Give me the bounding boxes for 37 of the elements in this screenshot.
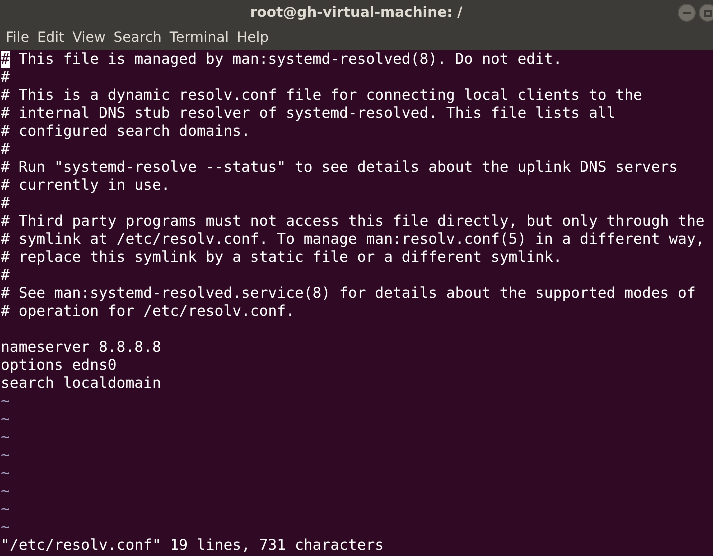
text-line: # — [1, 195, 10, 213]
menu-item[interactable]: Help — [233, 28, 273, 48]
text-line: # currently in use. — [1, 177, 170, 195]
empty-line-marker: ~ — [1, 393, 10, 411]
empty-line-marker: ~ — [1, 501, 10, 519]
text-line: # configured search domains. — [1, 123, 250, 141]
empty-line-marker: ~ — [1, 447, 10, 465]
text-line: # replace this symlink by a static file or a different symlink. — [1, 249, 562, 267]
empty-line-marker: ~ — [1, 411, 10, 429]
text-line: # — [1, 141, 10, 159]
maximize-button[interactable] — [699, 4, 713, 22]
empty-line-marker: ~ — [1, 519, 10, 537]
text-line: nameserver 8.8.8.8 — [1, 339, 162, 357]
menu-item[interactable]: Terminal — [166, 28, 234, 48]
text-line: # — [1, 69, 10, 87]
window-title: root@gh-virtual-machine: / — [250, 4, 463, 22]
text-line: # symlink at /etc/resolv.conf. To manage man:resolv.conf(5) in a different way, — [1, 231, 705, 249]
status-line: "/etc/resolv.conf" 19 lines, 731 characters — [1, 537, 384, 555]
empty-line-marker: ~ — [1, 465, 10, 483]
text-line: options edns0 — [1, 357, 117, 375]
empty-line-marker: ~ — [1, 429, 10, 447]
text-line: # operation for /etc/resolv.conf. — [1, 303, 295, 321]
text-line: # Run "systemd-resolve --status" to see details about the uplink DNS servers — [1, 159, 678, 177]
menu-item[interactable]: Edit — [33, 28, 69, 48]
text-line: search localdomain — [1, 375, 162, 393]
text-line: # This is a dynamic resolv.conf file for connecting local clients to the — [1, 87, 642, 105]
text-line: # See man:systemd-resolved.service(8) for details about the supported modes of — [1, 285, 696, 303]
menu-item[interactable]: File — [2, 28, 34, 48]
text-line: # internal DNS stub resolver of systemd-resolved. This file lists all — [1, 105, 616, 123]
text-line: # Third party programs must not access this file directly, but only through the — [1, 213, 705, 231]
text-line: # This file is managed by man:systemd-resolved(8). Do not edit. — [1, 51, 562, 69]
menu-item[interactable]: Search — [110, 28, 166, 48]
cursor: # — [1, 51, 10, 68]
text-line: # — [1, 267, 10, 285]
menu-item[interactable]: View — [68, 28, 110, 48]
minimize-button[interactable] — [678, 4, 696, 22]
empty-line-marker: ~ — [1, 483, 10, 501]
